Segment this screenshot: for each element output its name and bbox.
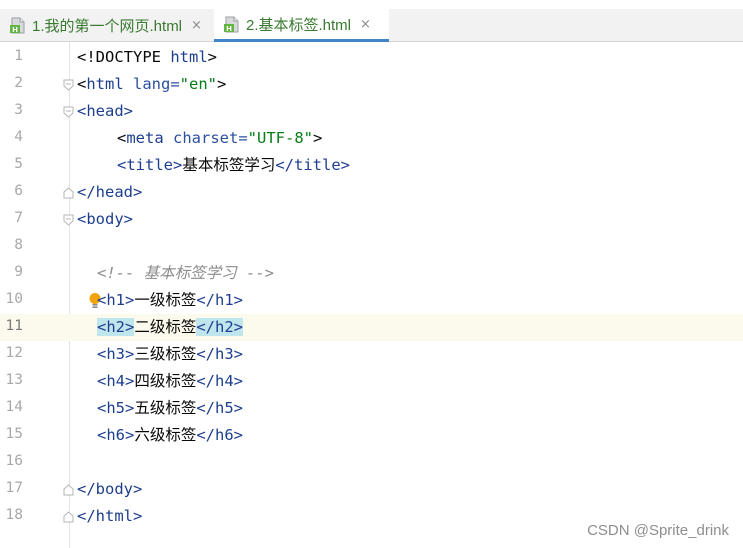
code-line: 17 </body> [0, 476, 743, 503]
code-line: 10 <h1>一级标签</h1> [0, 287, 743, 314]
code-line: 7 <body> [0, 206, 743, 233]
line-number: 2 [14, 75, 23, 91]
html-file-icon: H [10, 17, 25, 34]
line-number: 9 [14, 264, 23, 280]
head-open-tag: <head> [77, 102, 133, 120]
comment: <!-- 基本标签学习 --> [97, 264, 274, 282]
line-number: 5 [14, 156, 23, 172]
head-close-tag: </head> [77, 183, 143, 201]
line-number: 7 [14, 210, 23, 226]
line-number: 10 [5, 291, 23, 307]
fold-end-icon[interactable] [63, 187, 74, 199]
line-number: 15 [5, 426, 23, 442]
line-number: 6 [14, 183, 23, 199]
code-line: 4 <meta charset="UTF-8"> [0, 125, 743, 152]
matched-open-tag: <h2> [97, 318, 135, 336]
line-number: 11 [5, 318, 23, 334]
tab-label: 1.我的第一个网页.html [32, 18, 183, 35]
line-number: 17 [5, 480, 23, 496]
html-open-tag: <html lang="en"> [77, 75, 227, 93]
line-number: 18 [5, 507, 23, 523]
html-file-icon: H [224, 16, 239, 33]
line-number: 8 [14, 237, 23, 253]
svg-text:H: H [226, 25, 232, 33]
code-line: 14 <h5>五级标签</h5> [0, 395, 743, 422]
code-line: 6 </head> [0, 179, 743, 206]
tab-basic-tags[interactable]: H 2.基本标签.html × [214, 9, 389, 42]
h2-element: <h2>二级标签</h2> [97, 318, 244, 336]
code-line: 3 <head> [0, 98, 743, 125]
body-open-tag: <body> [77, 210, 133, 228]
svg-text:H: H [12, 26, 18, 34]
watermark: CSDN @Sprite_drink [587, 522, 729, 539]
editor-tab-bar: H 1.我的第一个网页.html × H 2.基本标签.html × [0, 9, 743, 42]
tab-label: 2.基本标签.html [246, 16, 352, 34]
tab-first-webpage[interactable]: H 1.我的第一个网页.html × [0, 9, 213, 42]
line-number: 1 [14, 48, 23, 64]
line-number: 4 [14, 129, 23, 145]
code-line: 8 [0, 233, 743, 260]
line-number: 12 [5, 345, 23, 361]
line-number: 13 [5, 372, 23, 388]
body-close-tag: </body> [77, 480, 143, 498]
h6-element: <h6>六级标签</h6> [97, 426, 244, 444]
code-line: 15 <h6>六级标签</h6> [0, 422, 743, 449]
code-line: 9 <!-- 基本标签学习 --> [0, 260, 743, 287]
meta-tag: <meta charset="UTF-8"> [117, 129, 323, 147]
code-line: 1 <!DOCTYPE html> [0, 44, 743, 71]
code-line: 2 <html lang="en"> [0, 71, 743, 98]
title-tag: <title>基本标签学习</title> [117, 156, 350, 174]
close-icon[interactable]: × [360, 17, 371, 32]
html-close-tag: </html> [77, 507, 143, 525]
close-icon[interactable]: × [191, 18, 202, 33]
h1-element: <h1>一级标签</h1> [97, 291, 244, 309]
line-number: 16 [5, 453, 23, 469]
code-line: 12 <h3>三级标签</h3> [0, 341, 743, 368]
fold-end-icon[interactable] [63, 484, 74, 496]
fold-collapse-icon[interactable] [63, 79, 74, 91]
fold-collapse-icon[interactable] [63, 106, 74, 118]
code-editor[interactable]: 1 <!DOCTYPE html> 2 <html lang="en"> 3 <… [0, 42, 743, 548]
h3-element: <h3>三级标签</h3> [97, 345, 244, 363]
doctype-declaration: <!DOCTYPE html> [77, 48, 217, 66]
fold-end-icon[interactable] [63, 511, 74, 523]
matched-close-tag: </h2> [196, 318, 244, 336]
fold-collapse-icon[interactable] [63, 214, 74, 226]
h4-element: <h4>四级标签</h4> [97, 372, 244, 390]
code-line-current: 11 <h2>二级标签</h2> [0, 314, 743, 341]
code-line: 16 [0, 449, 743, 476]
code-line: 5 <title>基本标签学习</title> [0, 152, 743, 179]
line-number: 3 [14, 102, 23, 118]
code-line: 13 <h4>四级标签</h4> [0, 368, 743, 395]
h5-element: <h5>五级标签</h5> [97, 399, 244, 417]
line-number: 14 [5, 399, 23, 415]
